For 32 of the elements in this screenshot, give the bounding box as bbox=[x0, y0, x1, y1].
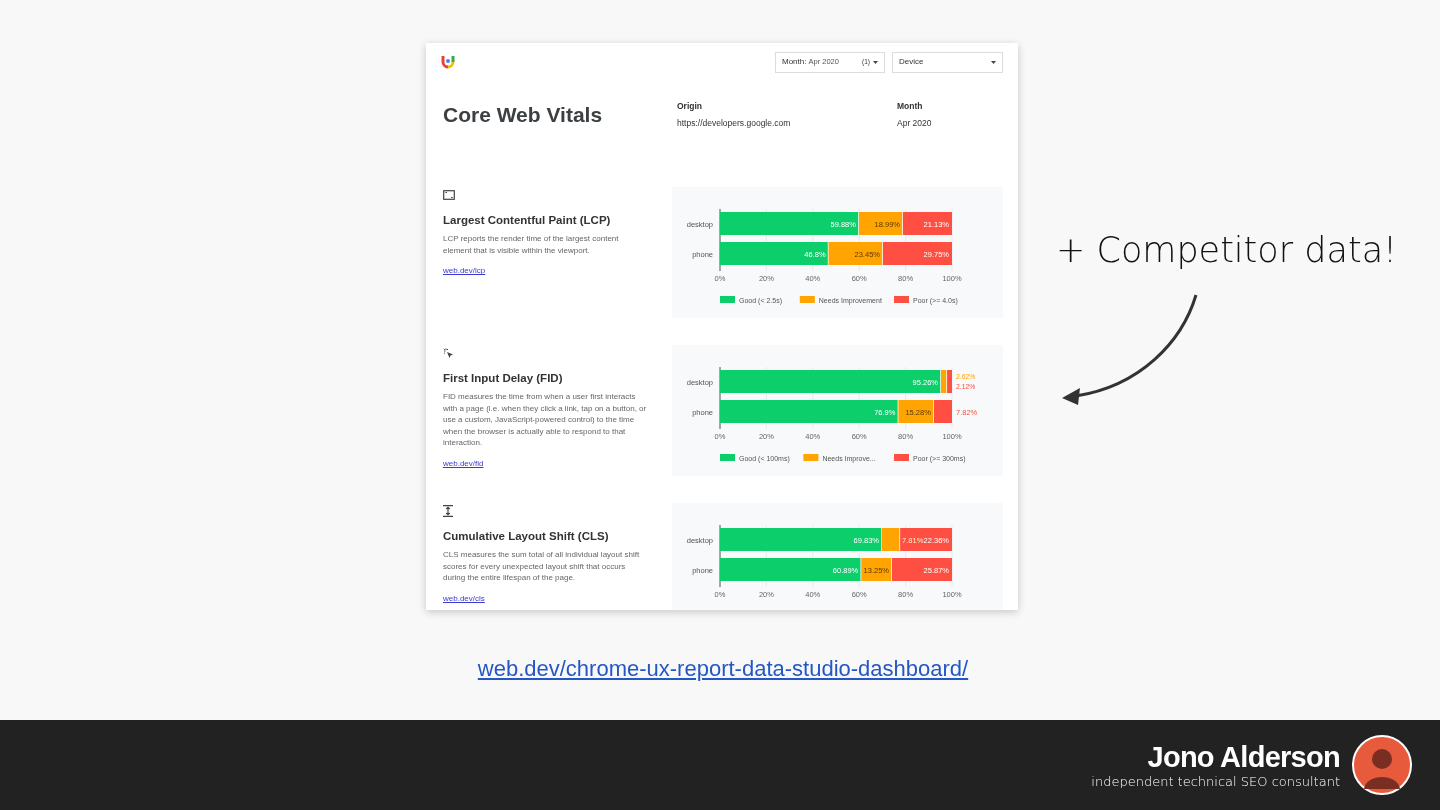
legend-swatch bbox=[894, 296, 909, 303]
presenter-tagline: independent technical SEO consultant bbox=[1091, 774, 1340, 790]
metric-link[interactable]: web.dev/fid bbox=[443, 458, 484, 468]
metric-link[interactable]: web.dev/cls bbox=[443, 593, 485, 603]
field-label: Month bbox=[897, 100, 924, 112]
metric-description: FID measures the time from when a user first interacts with a page (i.e. when they click a link, tap on a button, or use a custom, JavaScript-powered control) to the time when the browser is actually able to respond to that interaction. bbox=[443, 391, 648, 449]
dashboard-title: Core Web Vitals bbox=[443, 102, 604, 128]
legend-swatch bbox=[799, 296, 815, 303]
presenter-name: Jono Alderson bbox=[1147, 740, 1340, 774]
device-filter[interactable]: Device bbox=[892, 51, 1003, 73]
cursor-icon bbox=[443, 347, 454, 359]
annotation-text: + Competitor data! bbox=[1056, 229, 1398, 272]
legend-swatch bbox=[720, 296, 735, 303]
field-value: Apr 2020 bbox=[897, 117, 932, 129]
metric-description: CLS measures the sum total of all individual layout shift scores for every unexpected layout shift that occurs during the entire lifespan of the page. bbox=[443, 549, 641, 584]
legend-swatch bbox=[803, 454, 819, 461]
field-label: Origin bbox=[677, 100, 704, 112]
metric-title: First Input Delay (FID) bbox=[443, 371, 564, 385]
caret-icon bbox=[991, 60, 996, 64]
layout-shift-icon bbox=[443, 505, 453, 517]
metric-title: Cumulative Layout Shift (CLS) bbox=[443, 529, 610, 543]
avatar bbox=[1352, 735, 1412, 795]
field-value: https://developers.google.com bbox=[677, 117, 792, 129]
link[interactable]: web.dev/chrome-ux-report-data-studio-dashboard/ bbox=[0, 652, 1440, 685]
caret-icon bbox=[873, 60, 878, 64]
legend-swatch bbox=[720, 454, 735, 461]
logo-icon bbox=[441, 55, 455, 69]
metric-link[interactable]: web.dev/lcp bbox=[443, 266, 486, 276]
legend-swatch bbox=[894, 454, 909, 461]
image-frame-icon bbox=[443, 190, 455, 200]
metric-title: Largest Contentful Paint (LCP) bbox=[443, 213, 612, 227]
metric-description: LCP reports the render time of the largest content element that is visible within the viewport. bbox=[443, 233, 620, 257]
